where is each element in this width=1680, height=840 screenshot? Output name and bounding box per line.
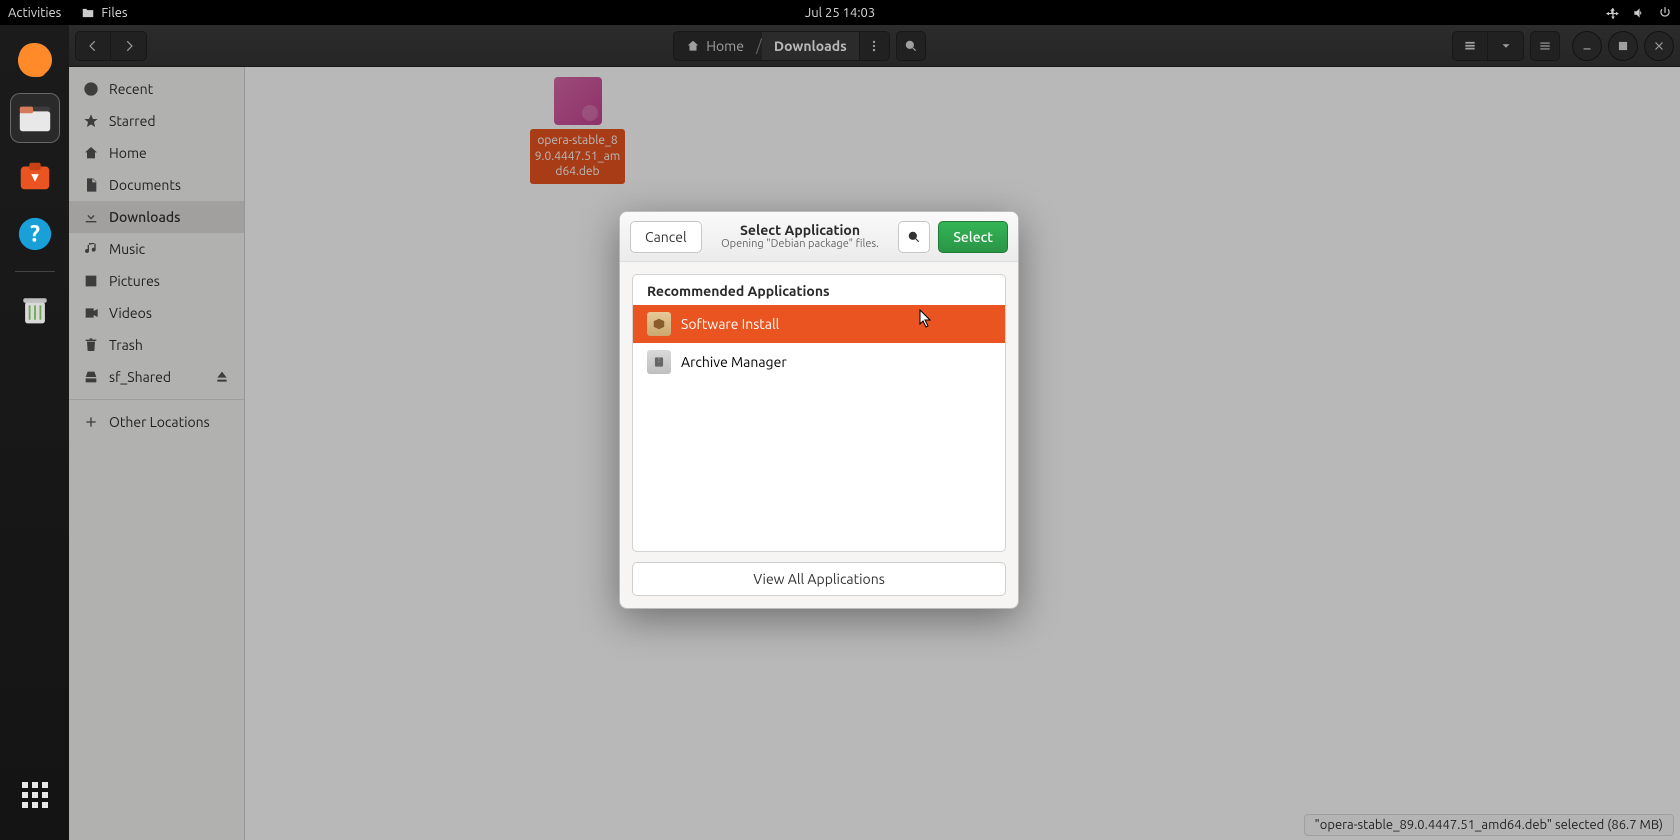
dock-trash[interactable] (10, 284, 60, 334)
activities-button[interactable]: Activities (8, 6, 61, 20)
view-all-applications-button[interactable]: View All Applications (632, 562, 1006, 596)
cancel-button[interactable]: Cancel (630, 221, 702, 253)
top-panel: Activities Files Jul 25 14:03 (0, 0, 1680, 25)
volume-icon[interactable] (1632, 6, 1646, 20)
files-icon (81, 6, 95, 20)
clock[interactable]: Jul 25 14:03 (805, 6, 875, 20)
application-list: Recommended Applications Software Instal… (632, 274, 1006, 552)
dock-files[interactable] (10, 93, 60, 143)
archive-icon (647, 350, 671, 374)
svg-text:?: ? (29, 222, 39, 247)
app-row-archive-manager[interactable]: Archive Manager (633, 343, 1005, 381)
dock-separator (15, 271, 55, 272)
dock-firefox[interactable] (10, 35, 60, 85)
dialog-subtitle: Opening "Debian package" files. (710, 238, 891, 250)
recommended-heading: Recommended Applications (633, 275, 1005, 305)
select-button[interactable]: Select (938, 221, 1008, 253)
dock: ? (0, 25, 69, 840)
power-icon[interactable] (1658, 6, 1672, 20)
select-application-dialog: Cancel Select Application Opening "Debia… (619, 211, 1019, 609)
dialog-title: Select Application (710, 223, 891, 238)
app-row-software-install[interactable]: Software Install (633, 305, 1005, 343)
package-icon (647, 312, 671, 336)
current-app-label: Files (101, 6, 127, 20)
dialog-header: Cancel Select Application Opening "Debia… (620, 212, 1018, 262)
current-app-indicator[interactable]: Files (81, 6, 127, 20)
app-label: Archive Manager (681, 354, 787, 370)
dock-software[interactable] (10, 151, 60, 201)
network-icon[interactable] (1606, 6, 1620, 20)
dialog-search-button[interactable] (898, 221, 930, 253)
app-label: Software Install (681, 316, 779, 332)
dock-show-applications[interactable] (10, 770, 60, 820)
dock-help[interactable]: ? (10, 209, 60, 259)
